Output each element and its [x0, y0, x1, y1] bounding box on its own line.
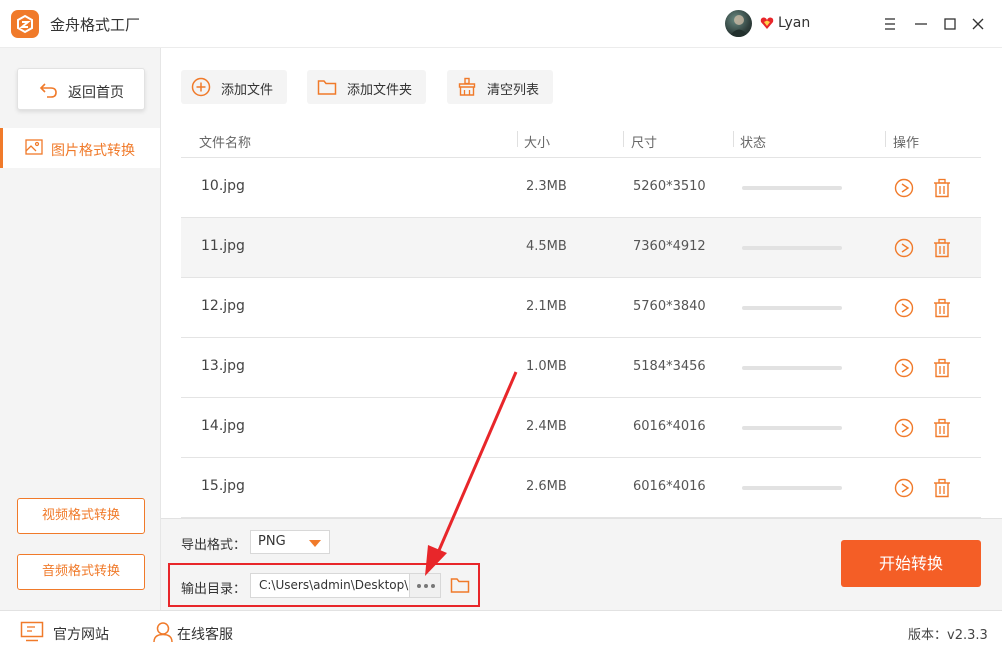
footer: 官方网站 在线客服 版本：v2.3.3: [0, 610, 1002, 652]
sidebar-item-image-convert[interactable]: 图片格式转换: [0, 128, 160, 168]
monitor-icon: [20, 621, 44, 642]
user-avatar[interactable]: [725, 10, 752, 37]
progress-bar: [742, 426, 842, 430]
folder-icon: [317, 80, 337, 95]
add-file-label: 添加文件: [221, 83, 274, 98]
column-divider[interactable]: [885, 131, 886, 147]
play-icon[interactable]: [894, 478, 914, 498]
file-dimensions: 6016*4016: [633, 419, 706, 434]
menu-icon[interactable]: [880, 14, 900, 34]
format-value: PNG: [258, 534, 286, 549]
file-name: 15.jpg: [201, 478, 245, 494]
clear-list-label: 清空列表: [487, 83, 540, 98]
table-row[interactable]: 13.jpg 1.0MB 5184*3456: [181, 338, 981, 398]
file-dimensions: 5260*3510: [633, 179, 706, 194]
add-folder-button[interactable]: 添加文件夹: [307, 70, 426, 104]
heart-badge-icon: [760, 17, 774, 29]
trash-icon[interactable]: [932, 298, 952, 318]
play-icon[interactable]: [894, 418, 914, 438]
file-size: 1.0MB: [526, 359, 567, 374]
format-select[interactable]: PNG: [250, 530, 330, 554]
file-size: 2.1MB: [526, 299, 567, 314]
back-home-button[interactable]: 返回首页: [17, 68, 145, 110]
close-icon[interactable]: [968, 14, 988, 34]
table-row[interactable]: 15.jpg 2.6MB 6016*4016: [181, 458, 981, 518]
column-divider[interactable]: [733, 131, 734, 147]
column-header-status: 状态: [740, 136, 767, 151]
username[interactable]: Lyan: [778, 15, 810, 31]
image-icon: [25, 139, 43, 155]
sidebar: 返回首页 图片格式转换 视频格式转换 音频格式转换: [0, 48, 161, 610]
audio-convert-button[interactable]: 音频格式转换: [17, 554, 145, 590]
file-size: 2.4MB: [526, 419, 567, 434]
column-header-size: 大小: [524, 136, 551, 151]
trash-icon[interactable]: [932, 178, 952, 198]
progress-bar: [742, 486, 842, 490]
user-service-icon: [153, 622, 173, 643]
play-icon[interactable]: [894, 238, 914, 258]
minimize-icon[interactable]: [911, 14, 931, 34]
caret-down-icon: [309, 540, 321, 547]
table-row[interactable]: 12.jpg 2.1MB 5760*3840: [181, 278, 981, 338]
format-label: 导出格式：: [181, 538, 247, 553]
table-row[interactable]: 10.jpg 2.3MB 5260*3510: [181, 158, 981, 218]
file-dimensions: 5184*3456: [633, 359, 706, 374]
add-folder-label: 添加文件夹: [347, 83, 413, 98]
trash-icon[interactable]: [932, 418, 952, 438]
progress-bar: [742, 306, 842, 310]
column-divider[interactable]: [517, 131, 518, 147]
progress-bar: [742, 366, 842, 370]
title-bar: 金舟格式工厂 Lyan: [0, 0, 1002, 48]
table-header: 文件名称 大小 尺寸 状态 操作: [181, 122, 981, 158]
table-row[interactable]: 11.jpg 4.5MB 7360*4912: [181, 218, 981, 278]
file-name: 11.jpg: [201, 238, 245, 254]
trash-icon[interactable]: [932, 478, 952, 498]
column-header-dimensions: 尺寸: [631, 136, 658, 151]
file-size: 2.3MB: [526, 179, 567, 194]
official-website-link[interactable]: 官方网站: [53, 624, 109, 644]
column-header-name: 文件名称: [199, 136, 252, 151]
broom-icon: [458, 77, 476, 96]
app-logo-icon: [11, 10, 39, 38]
progress-bar: [742, 186, 842, 190]
file-name: 10.jpg: [201, 178, 245, 194]
file-dimensions: 5760*3840: [633, 299, 706, 314]
file-name: 12.jpg: [201, 298, 245, 314]
column-divider[interactable]: [623, 131, 624, 147]
online-support-link[interactable]: 在线客服: [177, 624, 233, 644]
maximize-icon[interactable]: [940, 14, 960, 34]
return-arrow-icon: [39, 83, 57, 98]
play-icon[interactable]: [894, 298, 914, 318]
app-title: 金舟格式工厂: [50, 16, 141, 34]
add-file-button[interactable]: 添加文件: [181, 70, 287, 104]
file-dimensions: 7360*4912: [633, 239, 706, 254]
video-convert-button[interactable]: 视频格式转换: [17, 498, 145, 534]
back-home-label: 返回首页: [68, 85, 124, 101]
file-size: 4.5MB: [526, 239, 567, 254]
version-text: 版本：v2.3.3: [908, 628, 988, 643]
start-convert-button[interactable]: 开始转换: [841, 540, 981, 587]
column-header-actions: 操作: [893, 136, 920, 151]
play-icon[interactable]: [894, 178, 914, 198]
progress-bar: [742, 246, 842, 250]
play-icon[interactable]: [894, 358, 914, 378]
sidebar-item-label: 图片格式转换: [51, 143, 135, 159]
table-row[interactable]: 14.jpg 2.4MB 6016*4016: [181, 398, 981, 458]
file-name: 14.jpg: [201, 418, 245, 434]
trash-icon[interactable]: [932, 238, 952, 258]
highlight-box: [168, 563, 480, 607]
clear-list-button[interactable]: 清空列表: [447, 70, 553, 104]
file-size: 2.6MB: [526, 479, 567, 494]
file-dimensions: 6016*4016: [633, 479, 706, 494]
trash-icon[interactable]: [932, 358, 952, 378]
plus-circle-icon: [191, 77, 211, 97]
file-name: 13.jpg: [201, 358, 245, 374]
